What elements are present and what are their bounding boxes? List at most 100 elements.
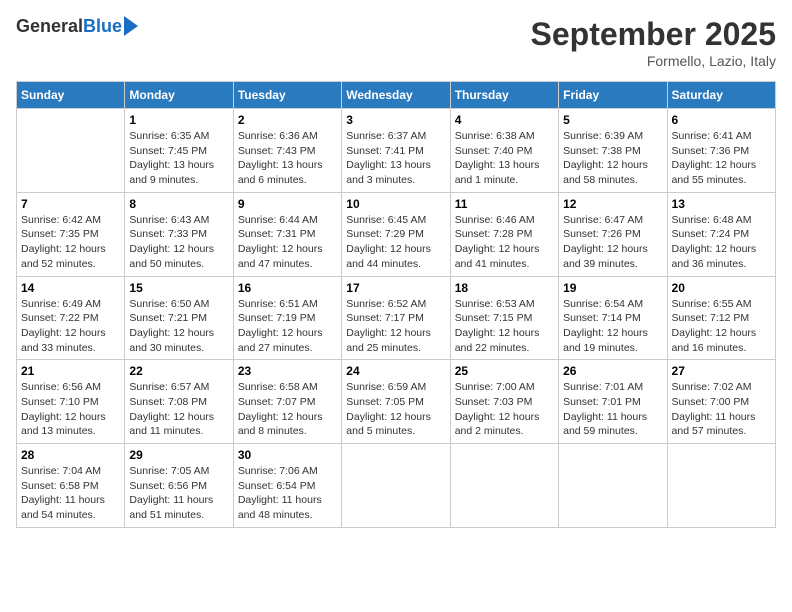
day-number: 26 (563, 364, 662, 378)
calendar-cell: 22 Sunrise: 6:57 AM Sunset: 7:08 PM Dayli… (125, 360, 233, 444)
logo-blue-text: Blue (83, 16, 122, 37)
header-cell-friday: Friday (559, 82, 667, 109)
day-number: 2 (238, 113, 337, 127)
day-number: 17 (346, 281, 445, 295)
day-number: 9 (238, 197, 337, 211)
calendar-cell: 9 Sunrise: 6:44 AM Sunset: 7:31 PM Daylig… (233, 192, 341, 276)
calendar-cell: 18Sunrise: 6:53 AM Sunset: 7:15 PM Dayli… (450, 276, 558, 360)
day-number: 18 (455, 281, 554, 295)
day-number: 10 (346, 197, 445, 211)
calendar-cell: 6 Sunrise: 6:41 AM Sunset: 7:36 PM Daylig… (667, 109, 775, 193)
day-number: 19 (563, 281, 662, 295)
day-info: Sunrise: 6:41 AM Sunset: 7:36 PM Dayligh… (672, 129, 771, 188)
day-number: 3 (346, 113, 445, 127)
calendar-cell (342, 444, 450, 528)
day-info: Sunrise: 6:39 AM Sunset: 7:38 PM Dayligh… (563, 129, 662, 188)
day-info: Sunrise: 6:44 AM Sunset: 7:31 PM Dayligh… (238, 213, 337, 272)
calendar-cell (667, 444, 775, 528)
calendar-cell: 12Sunrise: 6:47 AM Sunset: 7:26 PM Dayli… (559, 192, 667, 276)
day-number: 22 (129, 364, 228, 378)
calendar-cell: 30 Sunrise: 7:06 AM Sunset: 6:54 PM Dayli… (233, 444, 341, 528)
calendar-cell: 3 Sunrise: 6:37 AM Sunset: 7:41 PM Daylig… (342, 109, 450, 193)
day-number: 29 (129, 448, 228, 462)
calendar-table: SundayMondayTuesdayWednesdayThursdayFrid… (16, 81, 776, 528)
calendar-cell (17, 109, 125, 193)
day-info: Sunrise: 6:54 AM Sunset: 7:14 PM Dayligh… (563, 297, 662, 356)
day-info: Sunrise: 6:51 AM Sunset: 7:19 PM Dayligh… (238, 297, 337, 356)
calendar-cell: 25Sunrise: 7:00 AM Sunset: 7:03 PM Dayli… (450, 360, 558, 444)
month-title: September 2025 (531, 16, 776, 53)
logo-arrow-icon (124, 16, 138, 36)
day-number: 30 (238, 448, 337, 462)
day-info: Sunrise: 7:04 AM Sunset: 6:58 PM Dayligh… (21, 464, 120, 523)
day-info: Sunrise: 6:56 AM Sunset: 7:10 PM Dayligh… (21, 380, 120, 439)
calendar-cell: 21 Sunrise: 6:56 AM Sunset: 7:10 PM Dayli… (17, 360, 125, 444)
calendar-cell: 10 Sunrise: 6:45 AM Sunset: 7:29 PM Dayli… (342, 192, 450, 276)
calendar-cell: 23Sunrise: 6:58 AM Sunset: 7:07 PM Dayli… (233, 360, 341, 444)
header-cell-sunday: Sunday (17, 82, 125, 109)
day-info: Sunrise: 6:37 AM Sunset: 7:41 PM Dayligh… (346, 129, 445, 188)
day-number: 1 (129, 113, 228, 127)
day-number: 21 (21, 364, 120, 378)
day-info: Sunrise: 6:43 AM Sunset: 7:33 PM Dayligh… (129, 213, 228, 272)
header-cell-wednesday: Wednesday (342, 82, 450, 109)
day-number: 4 (455, 113, 554, 127)
day-info: Sunrise: 6:36 AM Sunset: 7:43 PM Dayligh… (238, 129, 337, 188)
day-info: Sunrise: 6:58 AM Sunset: 7:07 PM Dayligh… (238, 380, 337, 439)
calendar-cell: 13 Sunrise: 6:48 AM Sunset: 7:24 PM Dayli… (667, 192, 775, 276)
day-info: Sunrise: 7:05 AM Sunset: 6:56 PM Dayligh… (129, 464, 228, 523)
page-header: General Blue September 2025 Formello, La… (16, 16, 776, 69)
day-number: 12 (563, 197, 662, 211)
day-info: Sunrise: 6:48 AM Sunset: 7:24 PM Dayligh… (672, 213, 771, 272)
day-number: 20 (672, 281, 771, 295)
day-number: 6 (672, 113, 771, 127)
header-cell-saturday: Saturday (667, 82, 775, 109)
day-info: Sunrise: 6:45 AM Sunset: 7:29 PM Dayligh… (346, 213, 445, 272)
day-number: 8 (129, 197, 228, 211)
day-number: 25 (455, 364, 554, 378)
day-number: 5 (563, 113, 662, 127)
calendar-cell: 19 Sunrise: 6:54 AM Sunset: 7:14 PM Dayli… (559, 276, 667, 360)
calendar-cell: 28Sunrise: 7:04 AM Sunset: 6:58 PM Dayli… (17, 444, 125, 528)
day-info: Sunrise: 6:52 AM Sunset: 7:17 PM Dayligh… (346, 297, 445, 356)
day-number: 7 (21, 197, 120, 211)
day-number: 13 (672, 197, 771, 211)
logo-general-text: General (16, 16, 83, 37)
calendar-cell: 16 Sunrise: 6:51 AM Sunset: 7:19 PM Dayli… (233, 276, 341, 360)
day-number: 14 (21, 281, 120, 295)
calendar-cell: 5 Sunrise: 6:39 AM Sunset: 7:38 PM Daylig… (559, 109, 667, 193)
day-info: Sunrise: 6:55 AM Sunset: 7:12 PM Dayligh… (672, 297, 771, 356)
day-number: 16 (238, 281, 337, 295)
calendar-cell: 26 Sunrise: 7:01 AM Sunset: 7:01 PM Dayli… (559, 360, 667, 444)
day-number: 27 (672, 364, 771, 378)
day-number: 15 (129, 281, 228, 295)
day-info: Sunrise: 6:57 AM Sunset: 7:08 PM Dayligh… (129, 380, 228, 439)
calendar-cell: 1 Sunrise: 6:35 AM Sunset: 7:45 PM Daylig… (125, 109, 233, 193)
logo: General Blue (16, 16, 138, 37)
calendar-cell: 29 Sunrise: 7:05 AM Sunset: 6:56 PM Dayli… (125, 444, 233, 528)
day-info: Sunrise: 6:38 AM Sunset: 7:40 PM Dayligh… (455, 129, 554, 188)
calendar-cell: 15 Sunrise: 6:50 AM Sunset: 7:21 PM Dayli… (125, 276, 233, 360)
header-cell-tuesday: Tuesday (233, 82, 341, 109)
day-info: Sunrise: 6:59 AM Sunset: 7:05 PM Dayligh… (346, 380, 445, 439)
calendar-cell: 27Sunrise: 7:02 AM Sunset: 7:00 PM Dayli… (667, 360, 775, 444)
day-number: 24 (346, 364, 445, 378)
header-cell-monday: Monday (125, 82, 233, 109)
calendar-body: 1 Sunrise: 6:35 AM Sunset: 7:45 PM Daylig… (17, 109, 776, 528)
day-info: Sunrise: 6:50 AM Sunset: 7:21 PM Dayligh… (129, 297, 228, 356)
calendar-cell: 4 Sunrise: 6:38 AM Sunset: 7:40 PM Daylig… (450, 109, 558, 193)
day-info: Sunrise: 7:01 AM Sunset: 7:01 PM Dayligh… (563, 380, 662, 439)
calendar-cell: 7Sunrise: 6:42 AM Sunset: 7:35 PM Daylig… (17, 192, 125, 276)
calendar-header: SundayMondayTuesdayWednesdayThursdayFrid… (17, 82, 776, 109)
calendar-week-2: 7Sunrise: 6:42 AM Sunset: 7:35 PM Daylig… (17, 192, 776, 276)
day-info: Sunrise: 7:06 AM Sunset: 6:54 PM Dayligh… (238, 464, 337, 523)
calendar-cell: 17 Sunrise: 6:52 AM Sunset: 7:17 PM Dayli… (342, 276, 450, 360)
calendar-cell: 11Sunrise: 6:46 AM Sunset: 7:28 PM Dayli… (450, 192, 558, 276)
header-row: SundayMondayTuesdayWednesdayThursdayFrid… (17, 82, 776, 109)
day-info: Sunrise: 6:35 AM Sunset: 7:45 PM Dayligh… (129, 129, 228, 188)
location: Formello, Lazio, Italy (531, 53, 776, 69)
calendar-week-3: 14Sunrise: 6:49 AM Sunset: 7:22 PM Dayli… (17, 276, 776, 360)
calendar-cell (450, 444, 558, 528)
title-area: September 2025 Formello, Lazio, Italy (531, 16, 776, 69)
calendar-cell: 24 Sunrise: 6:59 AM Sunset: 7:05 PM Dayli… (342, 360, 450, 444)
